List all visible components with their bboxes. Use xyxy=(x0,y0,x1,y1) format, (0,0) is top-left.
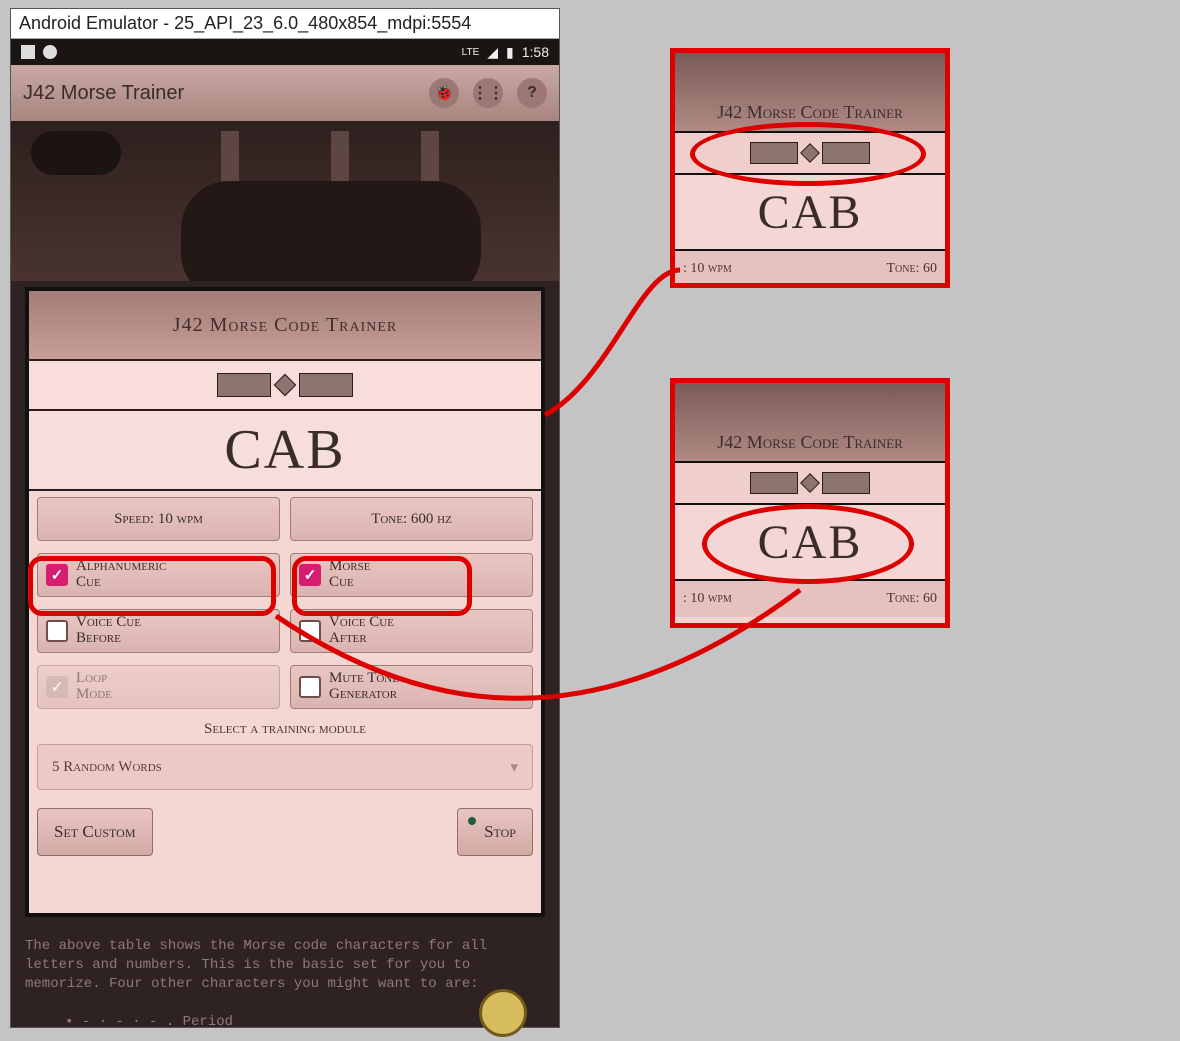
callout-morse-strip xyxy=(675,133,945,175)
app-title: J42 Morse Trainer xyxy=(23,82,184,105)
callout-title: J42 Morse Code Trainer xyxy=(675,383,945,463)
mute-tone-toggle[interactable]: Mute Tone Generator xyxy=(290,665,533,709)
stop-button[interactable]: Stop xyxy=(457,808,533,856)
checkbox-icon: ✓ xyxy=(46,676,68,698)
loop-mode-toggle: ✓ Loop Mode xyxy=(37,665,280,709)
battery-icon: ▮ xyxy=(506,44,514,61)
module-label: Select a training module xyxy=(29,715,541,742)
checkbox-icon: ✓ xyxy=(46,564,68,586)
callout-top: J42 Morse Code Trainer CAB : 10 wpm Tone… xyxy=(670,48,950,288)
checkbox-icon: ✓ xyxy=(299,564,321,586)
voice-after-toggle[interactable]: Voice Cue After xyxy=(290,609,533,653)
bug-icon[interactable]: 🐞 xyxy=(429,78,459,108)
callout-morse-strip xyxy=(675,463,945,505)
signal-icon: ◢ xyxy=(487,44,498,61)
set-custom-button[interactable]: Set Custom xyxy=(37,808,153,856)
display-text: CAB xyxy=(29,411,541,491)
checkbox-icon xyxy=(299,620,321,642)
background-text: The above table shows the Morse code cha… xyxy=(25,937,545,1031)
morse-cue-toggle[interactable]: ✓ Morse Cue xyxy=(290,553,533,597)
training-card: J42 Morse Code Trainer CAB Speed: 10 wpm… xyxy=(25,287,545,917)
speed-button[interactable]: Speed: 10 wpm xyxy=(37,497,280,541)
checkbox-icon xyxy=(299,676,321,698)
emulator-window: Android Emulator - 25_API_23_6.0_480x854… xyxy=(10,8,560,1028)
clock: 1:58 xyxy=(522,44,549,60)
tone-button[interactable]: Tone: 600 hz xyxy=(290,497,533,541)
callout-title: J42 Morse Code Trainer xyxy=(675,53,945,133)
debug-icon xyxy=(43,45,57,59)
emulator-title: Android Emulator - 25_API_23_6.0_480x854… xyxy=(11,9,559,39)
module-value: 5 Random Words xyxy=(52,759,162,776)
sdcard-icon xyxy=(21,45,35,59)
alpha-cue-toggle[interactable]: ✓ Alphanumeric Cue xyxy=(37,553,280,597)
phone-screen: LTE ◢ ▮ 1:58 J42 Morse Trainer 🐞 ⋮⋮ ? J4… xyxy=(11,39,559,1027)
callout-display: CAB xyxy=(675,175,945,251)
network-label: LTE xyxy=(462,47,480,58)
hero-image xyxy=(11,121,559,281)
checkbox-icon xyxy=(46,620,68,642)
callout-footer: : 10 wpm Tone: 60 xyxy=(675,251,945,287)
share-icon[interactable]: ⋮⋮ xyxy=(473,78,503,108)
callout-display: CAB xyxy=(675,505,945,581)
callout-bottom: J42 Morse Code Trainer CAB : 10 wpm Tone… xyxy=(670,378,950,628)
help-icon[interactable]: ? xyxy=(517,78,547,108)
fab-button[interactable] xyxy=(479,989,527,1037)
morse-display-strip xyxy=(29,361,541,411)
app-bar: J42 Morse Trainer 🐞 ⋮⋮ ? xyxy=(11,65,559,121)
android-statusbar: LTE ◢ ▮ 1:58 xyxy=(11,39,559,65)
card-title: J42 Morse Code Trainer xyxy=(29,291,541,361)
voice-before-toggle[interactable]: Voice Cue Before xyxy=(37,609,280,653)
chevron-down-icon: ▾ xyxy=(510,758,518,777)
callout-footer: : 10 wpm Tone: 60 xyxy=(675,581,945,617)
module-dropdown[interactable]: 5 Random Words ▾ xyxy=(37,744,533,790)
